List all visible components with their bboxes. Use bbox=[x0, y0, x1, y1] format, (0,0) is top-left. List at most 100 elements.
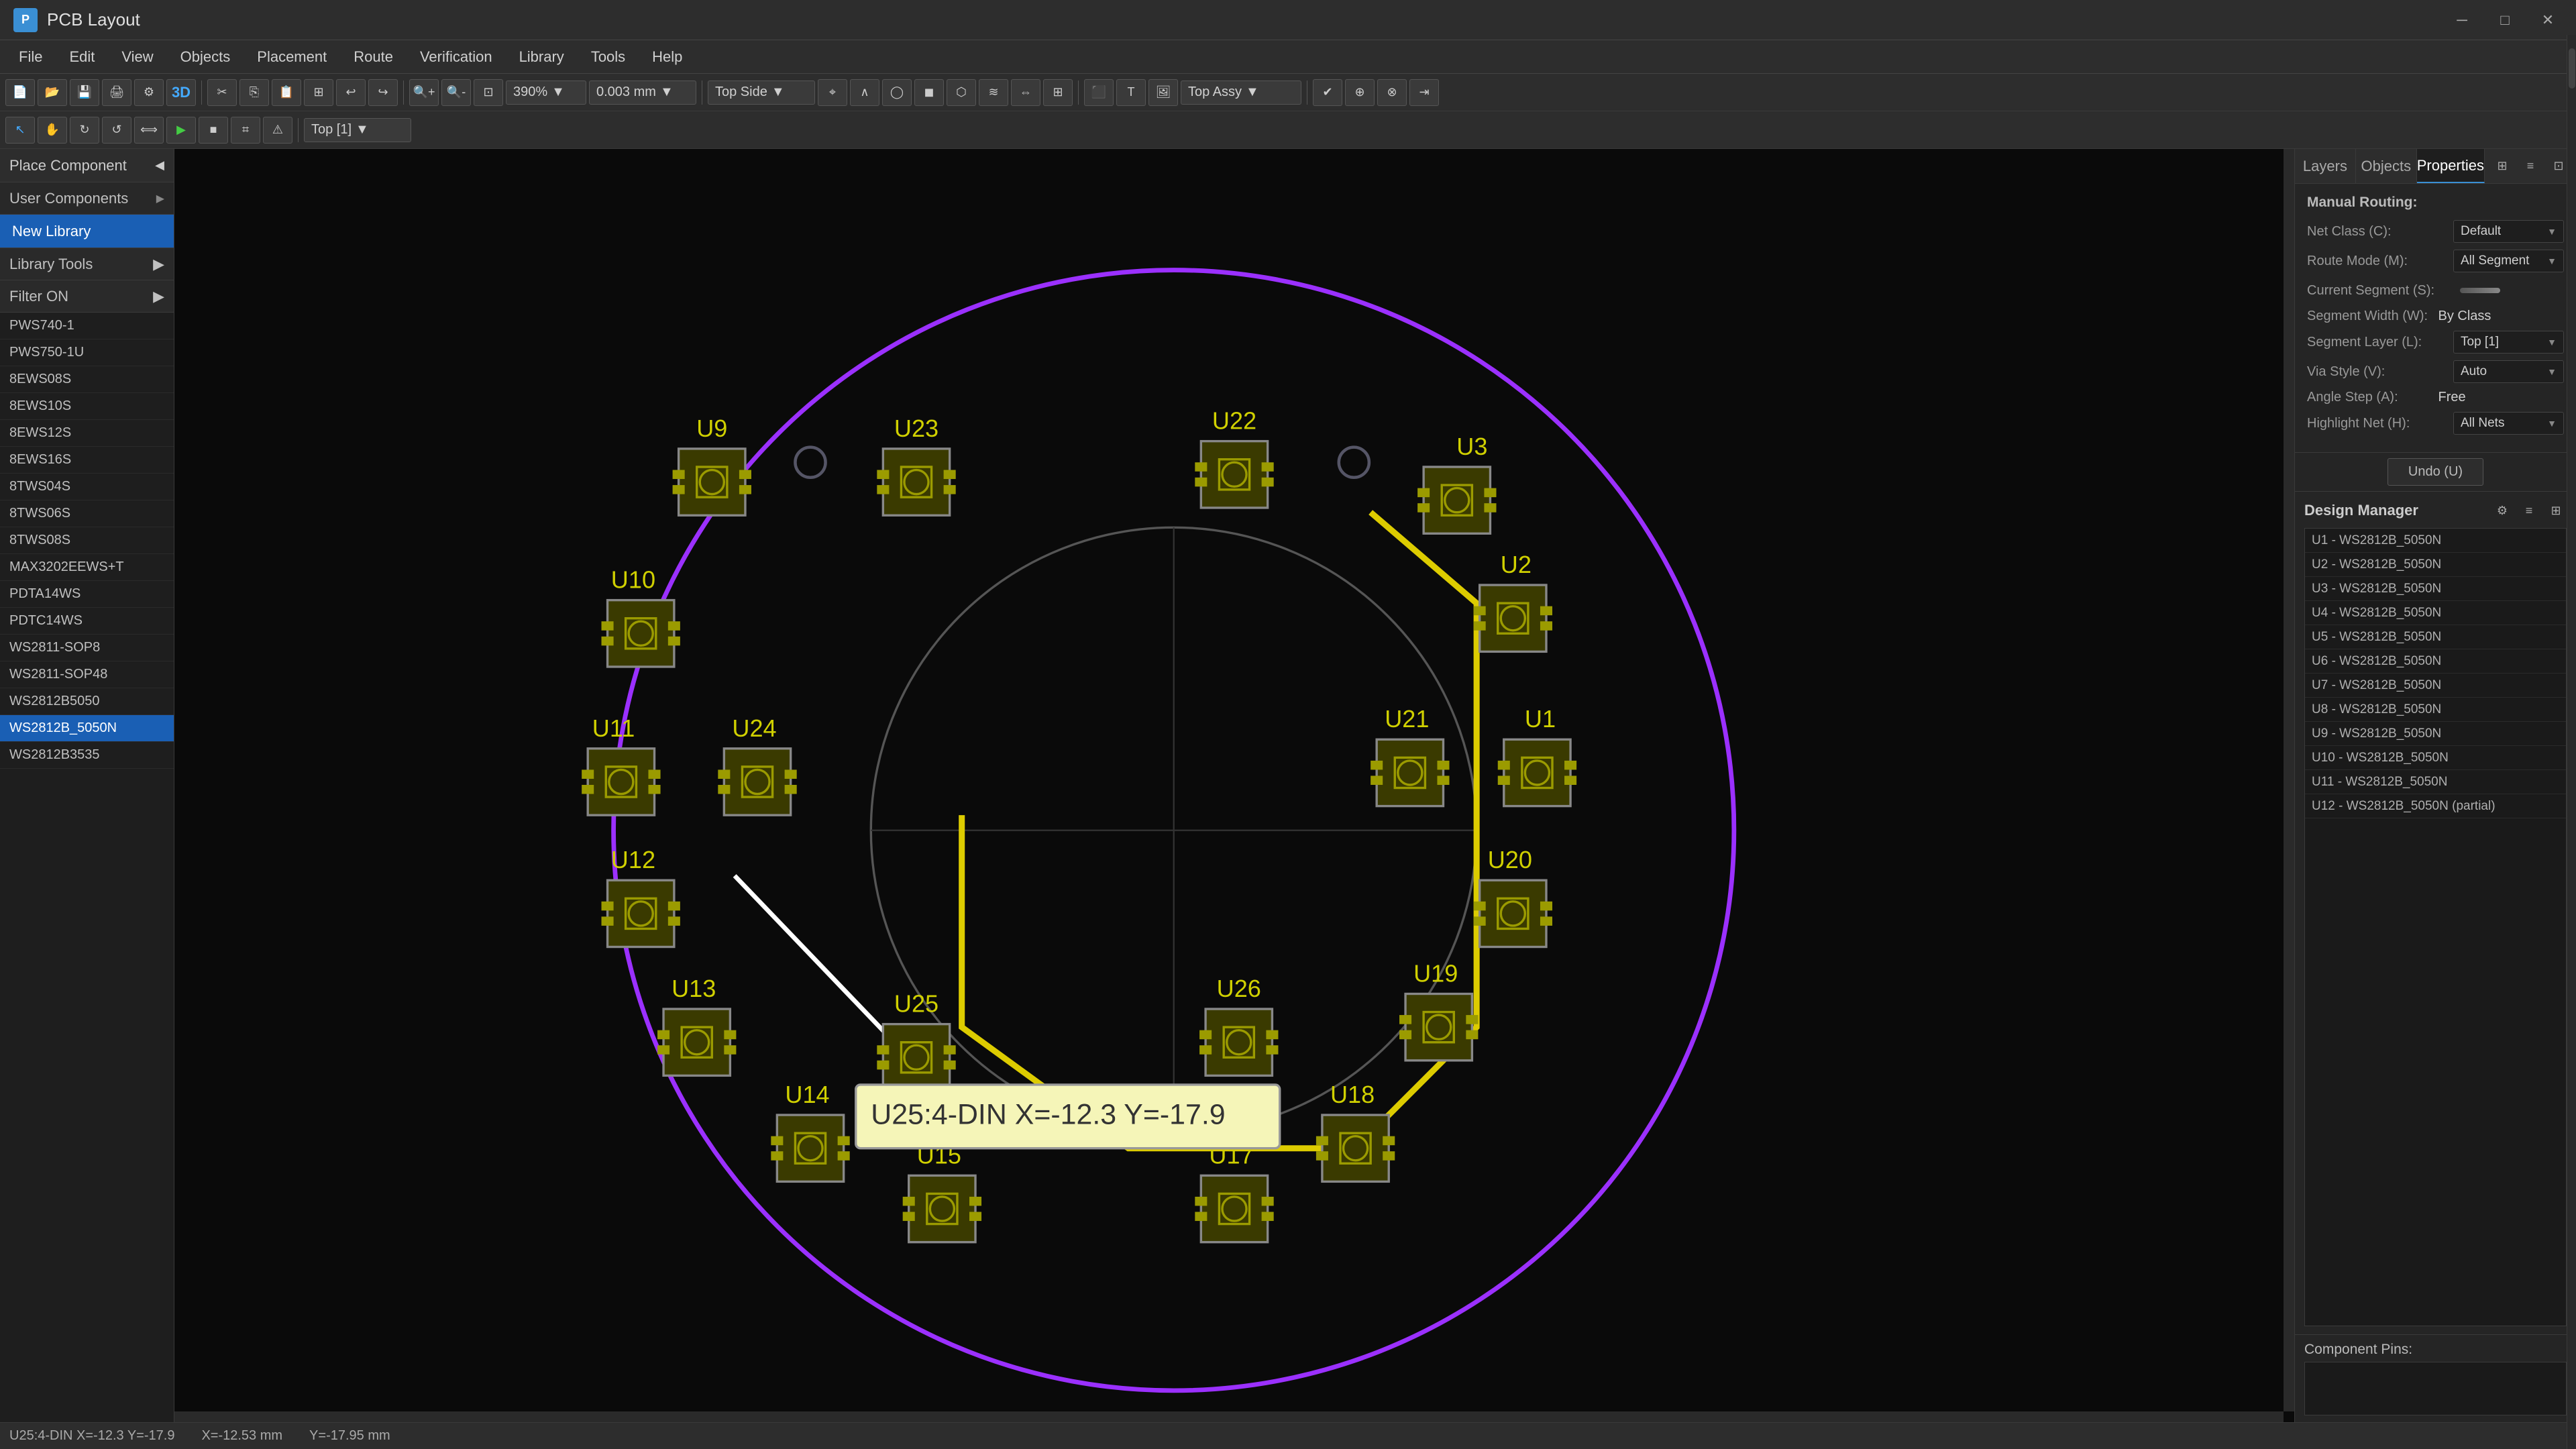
tb-zoom-in[interactable]: 🔍+ bbox=[409, 79, 439, 106]
dm-list-item[interactable]: U3 - WS2812B_5050N bbox=[2305, 577, 2566, 601]
dm-list-item[interactable]: U6 - WS2812B_5050N bbox=[2305, 649, 2566, 674]
dm-icon-grid[interactable]: ⊞ bbox=[2545, 500, 2567, 521]
panel-icon-btn-2[interactable]: ≡ bbox=[2518, 154, 2542, 178]
component-list-item[interactable]: PDTC14WS bbox=[0, 608, 174, 635]
tb-measure[interactable]: ⇔ bbox=[1011, 79, 1040, 106]
tb-arc[interactable]: ∧ bbox=[850, 79, 879, 106]
tab-properties[interactable]: Properties bbox=[2417, 149, 2485, 183]
tb-flip[interactable]: ⟺ bbox=[134, 117, 164, 144]
component-list-item[interactable]: MAX3202EEWS+T bbox=[0, 554, 174, 581]
prop-route-mode-value[interactable]: All Segment ▼ bbox=[2453, 250, 2564, 272]
prop-segment-layer-value[interactable]: Top [1] ▼ bbox=[2453, 331, 2564, 354]
component-list-item[interactable]: 8EWS16S bbox=[0, 447, 174, 474]
tb-properties[interactable]: ⚙ bbox=[134, 79, 164, 106]
dm-list-item[interactable]: U7 - WS2812B_5050N bbox=[2305, 674, 2566, 698]
tb-open[interactable]: 📂 bbox=[38, 79, 67, 106]
tb-move[interactable]: ✋ bbox=[38, 117, 67, 144]
tb-copy[interactable]: ⎘ bbox=[239, 79, 269, 106]
component-list-item[interactable]: 8TWS06S bbox=[0, 500, 174, 527]
dm-list-item[interactable]: U9 - WS2812B_5050N bbox=[2305, 722, 2566, 746]
tb-select[interactable]: ↖ bbox=[5, 117, 35, 144]
dm-list-item[interactable]: U11 - WS2812B_5050N bbox=[2305, 770, 2566, 794]
new-library-item[interactable]: New Library bbox=[0, 215, 174, 248]
dm-list-item[interactable]: U10 - WS2812B_5050N bbox=[2305, 746, 2566, 770]
tb-netlist[interactable]: ⊕ bbox=[1345, 79, 1375, 106]
component-list-item[interactable]: WS2812B5050 bbox=[0, 688, 174, 715]
tb-export[interactable]: ⇥ bbox=[1409, 79, 1439, 106]
tb-play[interactable]: ▶ bbox=[166, 117, 196, 144]
menu-help[interactable]: Help bbox=[640, 43, 694, 71]
right-panel-scrollbar[interactable] bbox=[2567, 149, 2576, 1422]
minimize-button[interactable]: ─ bbox=[2447, 8, 2477, 32]
filter-on-header[interactable]: Filter ON ▶ bbox=[0, 280, 174, 313]
tb-3d[interactable]: 3D bbox=[166, 79, 196, 106]
dm-list-item[interactable]: U4 - WS2812B_5050N bbox=[2305, 601, 2566, 625]
panel-icon-btn-1[interactable]: ⊞ bbox=[2490, 154, 2514, 178]
dm-list-item[interactable]: U12 - WS2812B_5050N (partial) bbox=[2305, 794, 2566, 818]
tb-circle[interactable]: ◯ bbox=[882, 79, 912, 106]
tb-compare[interactable]: ⊗ bbox=[1377, 79, 1407, 106]
tb-ratsnest[interactable]: ⌗ bbox=[231, 117, 260, 144]
dm-icon-settings[interactable]: ⚙ bbox=[2491, 500, 2513, 521]
close-button[interactable]: ✕ bbox=[2533, 8, 2563, 32]
component-list-item[interactable]: 8EWS12S bbox=[0, 420, 174, 447]
menu-verification[interactable]: Verification bbox=[408, 43, 504, 71]
tb-table[interactable]: ⊞ bbox=[1043, 79, 1073, 106]
tb-polygon[interactable]: ⬡ bbox=[947, 79, 976, 106]
component-list-item[interactable]: PWS750-1U bbox=[0, 339, 174, 366]
pcb-canvas[interactable]: U9 U23 bbox=[174, 149, 2294, 1422]
dm-list-item[interactable]: U1 - WS2812B_5050N bbox=[2305, 529, 2566, 553]
component-list-item[interactable]: 8TWS08S bbox=[0, 527, 174, 554]
vertical-scrollbar[interactable] bbox=[2284, 149, 2294, 1411]
component-list-item[interactable]: 8EWS08S bbox=[0, 366, 174, 393]
menu-placement[interactable]: Placement bbox=[245, 43, 339, 71]
tb-text[interactable]: T bbox=[1116, 79, 1146, 106]
tb-zoom-fit[interactable]: ⊡ bbox=[474, 79, 503, 106]
tb-fill[interactable]: ◼ bbox=[914, 79, 944, 106]
tb-zoom-out[interactable]: 🔍- bbox=[441, 79, 471, 106]
tb-drc[interactable]: ✔ bbox=[1313, 79, 1342, 106]
tb-redo[interactable]: ↪ bbox=[368, 79, 398, 106]
menu-view[interactable]: View bbox=[109, 43, 165, 71]
tb-new[interactable]: 📄 bbox=[5, 79, 35, 106]
tb-flood[interactable]: ≋ bbox=[979, 79, 1008, 106]
tb-save[interactable]: 💾 bbox=[70, 79, 99, 106]
dm-list-item[interactable]: U2 - WS2812B_5050N bbox=[2305, 553, 2566, 577]
menu-edit[interactable]: Edit bbox=[57, 43, 107, 71]
maximize-button[interactable]: □ bbox=[2490, 8, 2520, 32]
component-list-item[interactable]: PWS740-1 bbox=[0, 313, 174, 339]
top-layer-dropdown[interactable]: Top [1] ▼ bbox=[304, 118, 411, 142]
tb-rotate-cw[interactable]: ↻ bbox=[70, 117, 99, 144]
tab-layers[interactable]: Layers bbox=[2295, 149, 2356, 183]
layer-side-dropdown[interactable]: Top Side ▼ bbox=[708, 80, 815, 105]
component-list-item[interactable]: WS2811-SOP8 bbox=[0, 635, 174, 661]
menu-objects[interactable]: Objects bbox=[168, 43, 243, 71]
canvas-area[interactable]: U9 U23 bbox=[174, 149, 2294, 1422]
tb-stop[interactable]: ■ bbox=[199, 117, 228, 144]
component-list-item[interactable]: 8EWS10S bbox=[0, 393, 174, 420]
menu-route[interactable]: Route bbox=[341, 43, 405, 71]
menu-tools[interactable]: Tools bbox=[579, 43, 637, 71]
dm-icon-list[interactable]: ≡ bbox=[2518, 500, 2540, 521]
tb-route-icon[interactable]: ⌖ bbox=[818, 79, 847, 106]
menu-file[interactable]: File bbox=[7, 43, 54, 71]
prop-net-class-value[interactable]: Default ▼ bbox=[2453, 220, 2564, 243]
undo-button[interactable]: Undo (U) bbox=[2387, 458, 2483, 486]
grid-dropdown[interactable]: 0.003 mm ▼ bbox=[589, 80, 696, 105]
component-list-item[interactable]: WS2811-SOP48 bbox=[0, 661, 174, 688]
top-assy-dropdown[interactable]: Top Assy ▼ bbox=[1181, 80, 1301, 105]
dm-list-item[interactable]: U5 - WS2812B_5050N bbox=[2305, 625, 2566, 649]
tb-design-rules[interactable]: ⚠ bbox=[263, 117, 292, 144]
dm-list-item[interactable]: U8 - WS2812B_5050N bbox=[2305, 698, 2566, 722]
horizontal-scrollbar[interactable] bbox=[174, 1411, 2284, 1422]
prop-via-style-value[interactable]: Auto ▼ bbox=[2453, 360, 2564, 383]
component-list-item[interactable]: 8TWS04S bbox=[0, 474, 174, 500]
tab-objects[interactable]: Objects bbox=[2356, 149, 2417, 183]
component-list-item[interactable]: WS2812B3535 bbox=[0, 742, 174, 769]
component-list-item[interactable]: WS2812B_5050N bbox=[0, 715, 174, 742]
tb-mirror[interactable]: ⊞ bbox=[304, 79, 333, 106]
tb-undo[interactable]: ↩ bbox=[336, 79, 366, 106]
component-list-item[interactable]: PDTA14WS bbox=[0, 581, 174, 608]
tb-print[interactable]: 🖨 bbox=[102, 79, 131, 106]
tb-pad[interactable]: ⬛ bbox=[1084, 79, 1114, 106]
